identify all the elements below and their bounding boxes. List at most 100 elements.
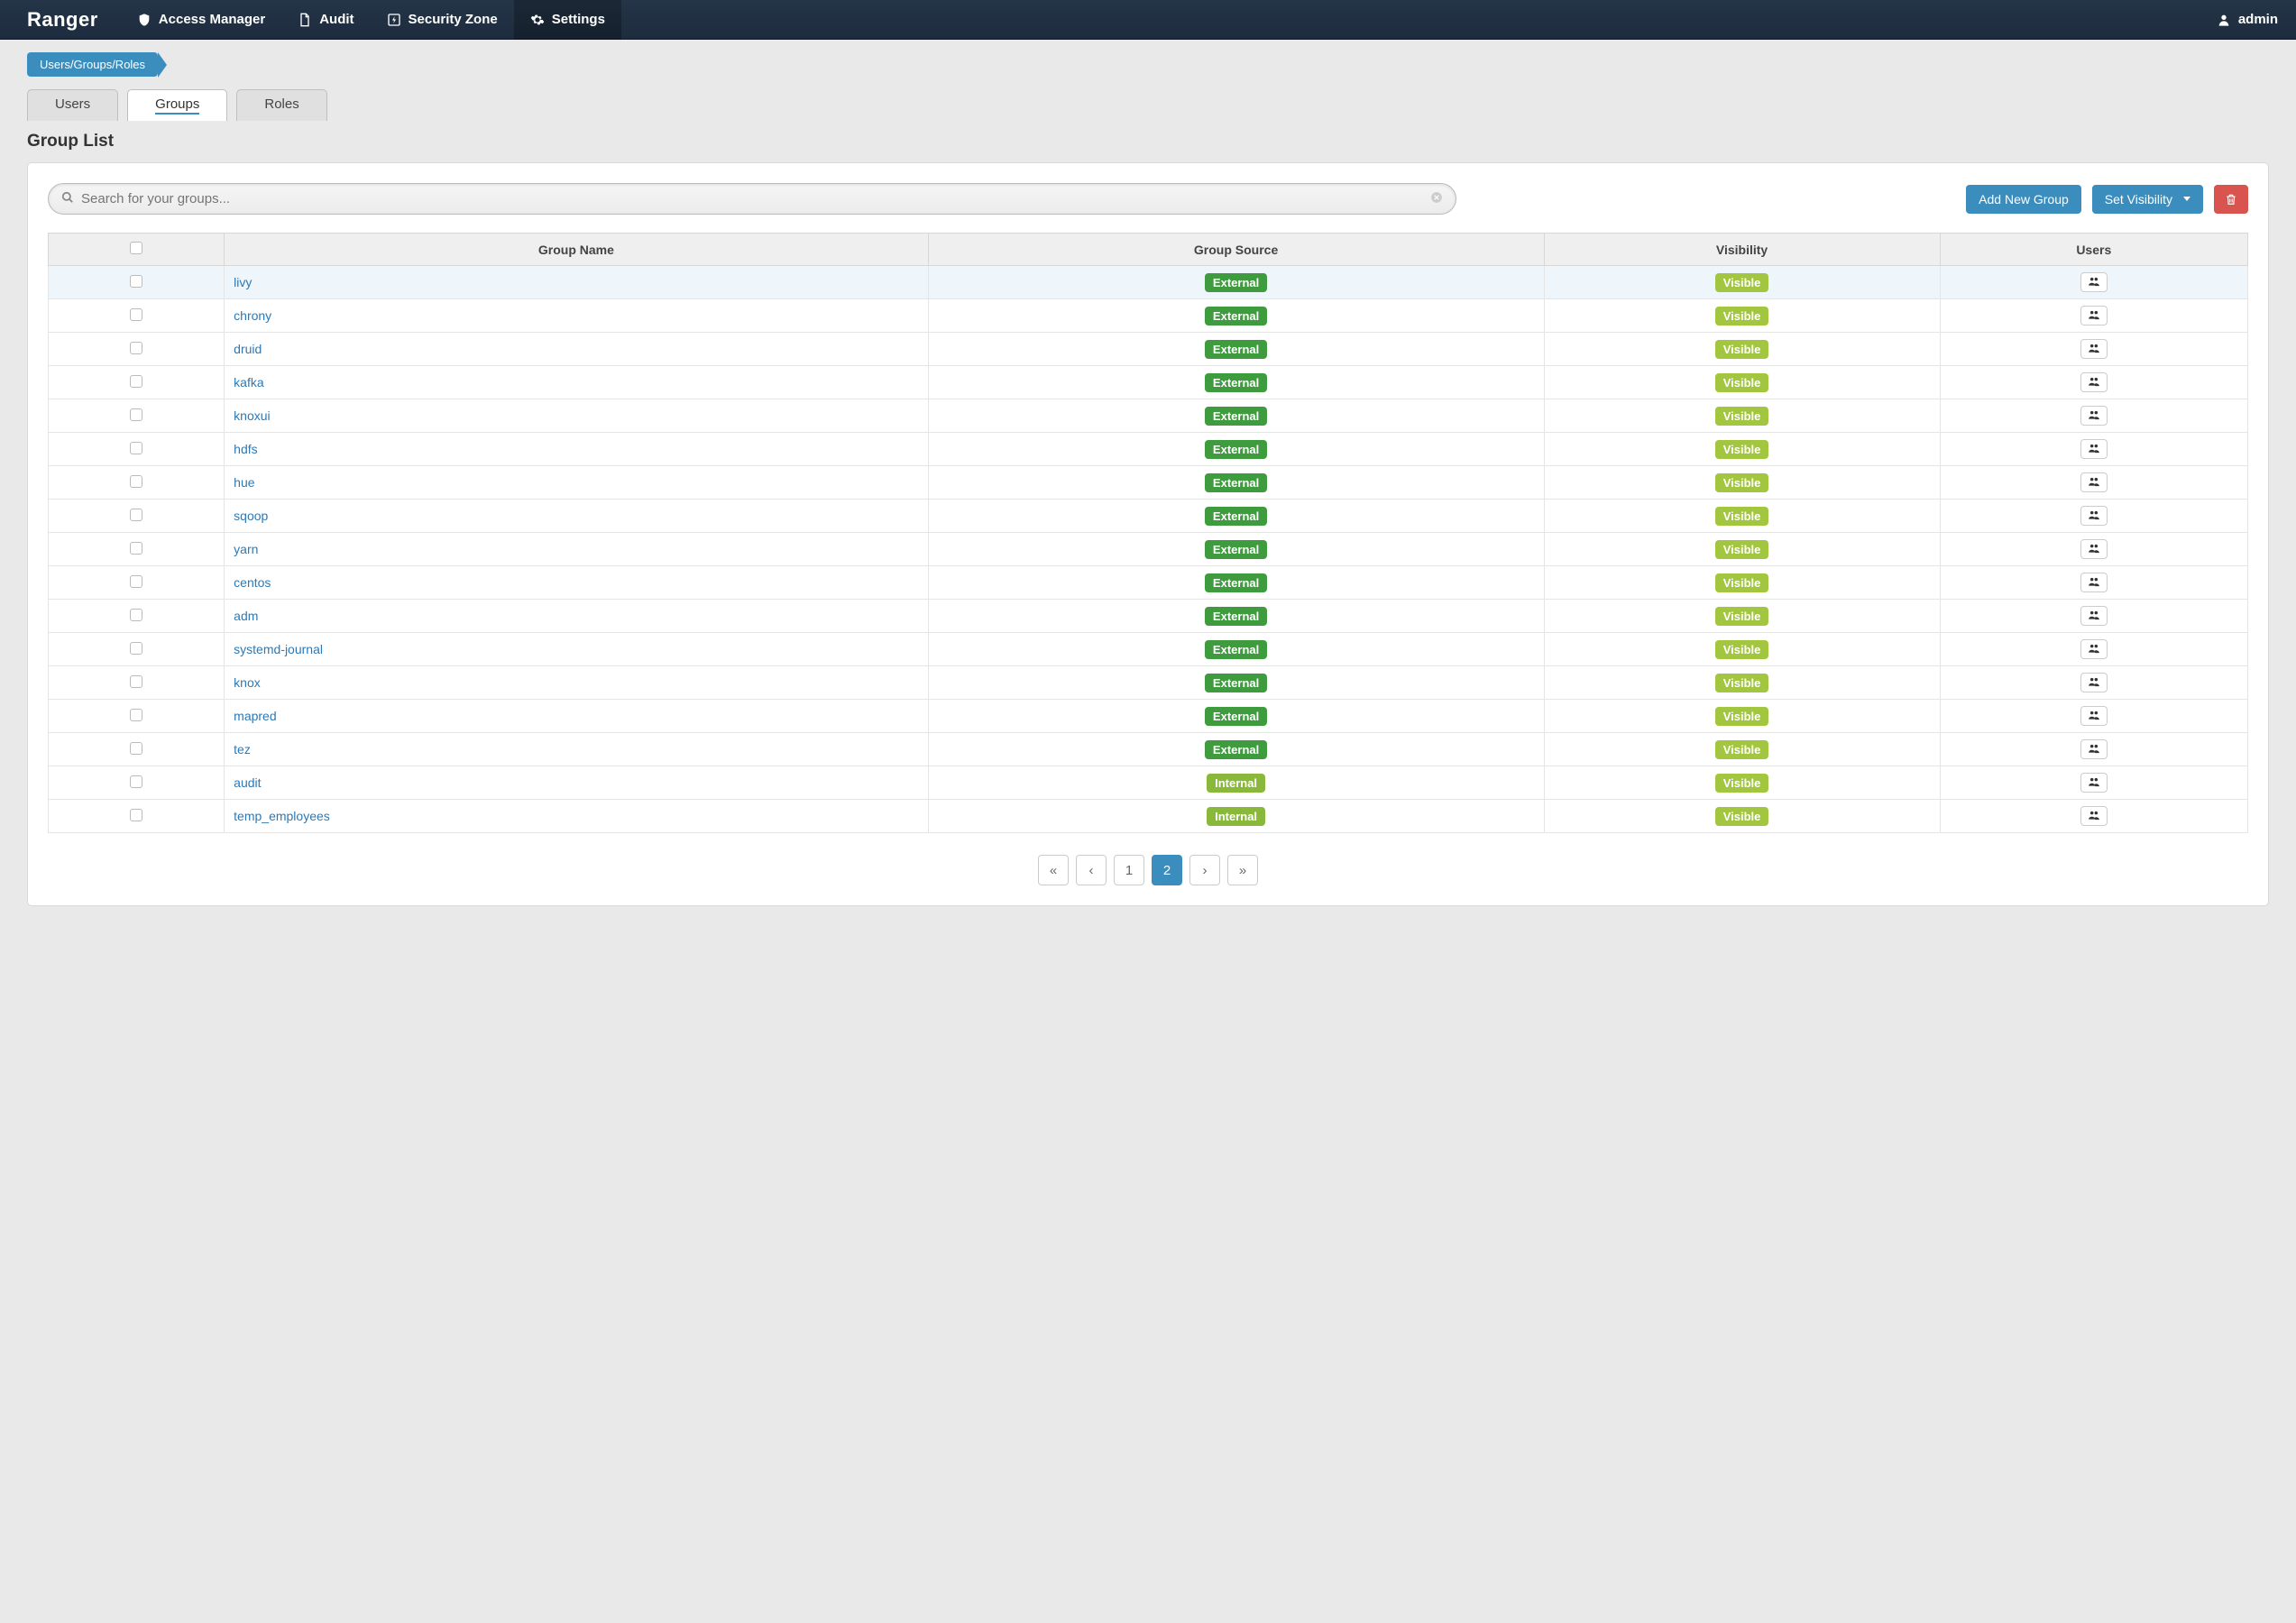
nav-audit[interactable]: Audit [281, 0, 370, 40]
toolbar: Add New Group Set Visibility [48, 183, 2248, 215]
nav-user-label: admin [2238, 12, 2278, 27]
group-name-link[interactable]: temp_employees [234, 809, 330, 823]
users-icon [2087, 375, 2101, 390]
col-header-check [49, 234, 225, 266]
row-checkbox[interactable] [130, 709, 142, 721]
source-badge: External [1205, 607, 1267, 626]
bolt-box-icon [387, 13, 401, 27]
view-users-button[interactable] [2080, 673, 2108, 692]
search-input[interactable] [81, 191, 1423, 206]
add-new-group-button[interactable]: Add New Group [1966, 185, 2081, 214]
row-checkbox[interactable] [130, 408, 142, 421]
page-number[interactable]: 2 [1152, 855, 1182, 885]
source-badge: External [1205, 707, 1267, 726]
users-icon [2087, 609, 2101, 624]
view-users-button[interactable] [2080, 606, 2108, 626]
tab-roles[interactable]: Roles [236, 89, 326, 121]
table-row: kafka External Visible [49, 366, 2248, 399]
select-all-checkbox[interactable] [130, 242, 142, 254]
row-checkbox[interactable] [130, 742, 142, 755]
group-name-link[interactable]: centos [234, 575, 271, 590]
view-users-button[interactable] [2080, 706, 2108, 726]
delete-button[interactable] [2214, 185, 2248, 214]
group-name-link[interactable]: tez [234, 742, 251, 756]
group-name-link[interactable]: audit [234, 775, 261, 790]
view-users-button[interactable] [2080, 739, 2108, 759]
users-icon [2087, 809, 2101, 824]
view-users-button[interactable] [2080, 372, 2108, 392]
row-checkbox[interactable] [130, 609, 142, 621]
clear-icon[interactable] [1430, 191, 1443, 206]
view-users-button[interactable] [2080, 573, 2108, 592]
view-users-button[interactable] [2080, 539, 2108, 559]
group-name-link[interactable]: druid [234, 342, 262, 356]
group-name-link[interactable]: adm [234, 609, 258, 623]
view-users-button[interactable] [2080, 472, 2108, 492]
page-prev[interactable]: ‹ [1076, 855, 1107, 885]
view-users-button[interactable] [2080, 339, 2108, 359]
row-checkbox[interactable] [130, 442, 142, 454]
users-icon [2087, 275, 2101, 290]
view-users-button[interactable] [2080, 439, 2108, 459]
visibility-badge: Visible [1715, 407, 1769, 426]
visibility-badge: Visible [1715, 473, 1769, 492]
nav-user-menu[interactable]: admin [2200, 0, 2278, 40]
brand-logo: Ranger [27, 8, 98, 32]
group-name-link[interactable]: kafka [234, 375, 263, 390]
row-checkbox[interactable] [130, 475, 142, 488]
view-users-button[interactable] [2080, 272, 2108, 292]
view-users-button[interactable] [2080, 506, 2108, 526]
group-name-link[interactable]: sqoop [234, 509, 268, 523]
group-name-link[interactable]: yarn [234, 542, 258, 556]
row-checkbox[interactable] [130, 775, 142, 788]
view-users-button[interactable] [2080, 773, 2108, 793]
table-row: temp_employeesInternalVisible [49, 800, 2248, 833]
nav-security-zone[interactable]: Security Zone [371, 0, 514, 40]
row-checkbox[interactable] [130, 542, 142, 555]
search-box[interactable] [48, 183, 1456, 215]
group-name-link[interactable]: hdfs [234, 442, 257, 456]
nav-access-manager[interactable]: Access Manager [121, 0, 281, 40]
row-checkbox[interactable] [130, 509, 142, 521]
pagination: « ‹ 12 › » [48, 855, 2248, 885]
view-users-button[interactable] [2080, 406, 2108, 426]
row-checkbox[interactable] [130, 642, 142, 655]
users-icon [2087, 475, 2101, 491]
row-checkbox[interactable] [130, 575, 142, 588]
nav-settings[interactable]: Settings [514, 0, 621, 40]
page-number[interactable]: 1 [1114, 855, 1144, 885]
view-users-button[interactable] [2080, 806, 2108, 826]
page-last[interactable]: » [1227, 855, 1258, 885]
nav-label: Access Manager [159, 12, 265, 27]
group-name-link[interactable]: systemd-journal [234, 642, 323, 656]
group-name-link[interactable]: hue [234, 475, 254, 490]
group-name-link[interactable]: knox [234, 675, 261, 690]
table-row: knoxuiExternalVisible [49, 399, 2248, 433]
page-first[interactable]: « [1038, 855, 1069, 885]
row-checkbox[interactable] [130, 675, 142, 688]
source-badge: External [1205, 373, 1267, 392]
group-list-panel: Add New Group Set Visibility Group Name … [27, 162, 2269, 906]
view-users-button[interactable] [2080, 306, 2108, 326]
tab-users[interactable]: Users [27, 89, 118, 121]
page-next[interactable]: › [1189, 855, 1220, 885]
col-header-users: Users [1940, 234, 2247, 266]
row-checkbox[interactable] [130, 375, 142, 388]
row-checkbox[interactable] [130, 809, 142, 821]
row-checkbox[interactable] [130, 275, 142, 288]
source-badge: External [1205, 640, 1267, 659]
view-users-button[interactable] [2080, 639, 2108, 659]
group-name-link[interactable]: livy [234, 275, 252, 289]
set-visibility-button[interactable]: Set Visibility [2092, 185, 2203, 214]
group-name-link[interactable]: mapred [234, 709, 276, 723]
group-name-link[interactable]: chrony [234, 308, 271, 323]
row-checkbox[interactable] [130, 342, 142, 354]
users-icon [2087, 775, 2101, 791]
group-name-link[interactable]: knoxui [234, 408, 270, 423]
breadcrumb-item[interactable]: Users/Groups/Roles [27, 52, 158, 77]
visibility-badge: Visible [1715, 373, 1769, 392]
nav-label: Settings [552, 12, 605, 27]
row-checkbox[interactable] [130, 308, 142, 321]
table-row: hueExternalVisible [49, 466, 2248, 500]
tab-groups[interactable]: Groups [127, 89, 227, 121]
